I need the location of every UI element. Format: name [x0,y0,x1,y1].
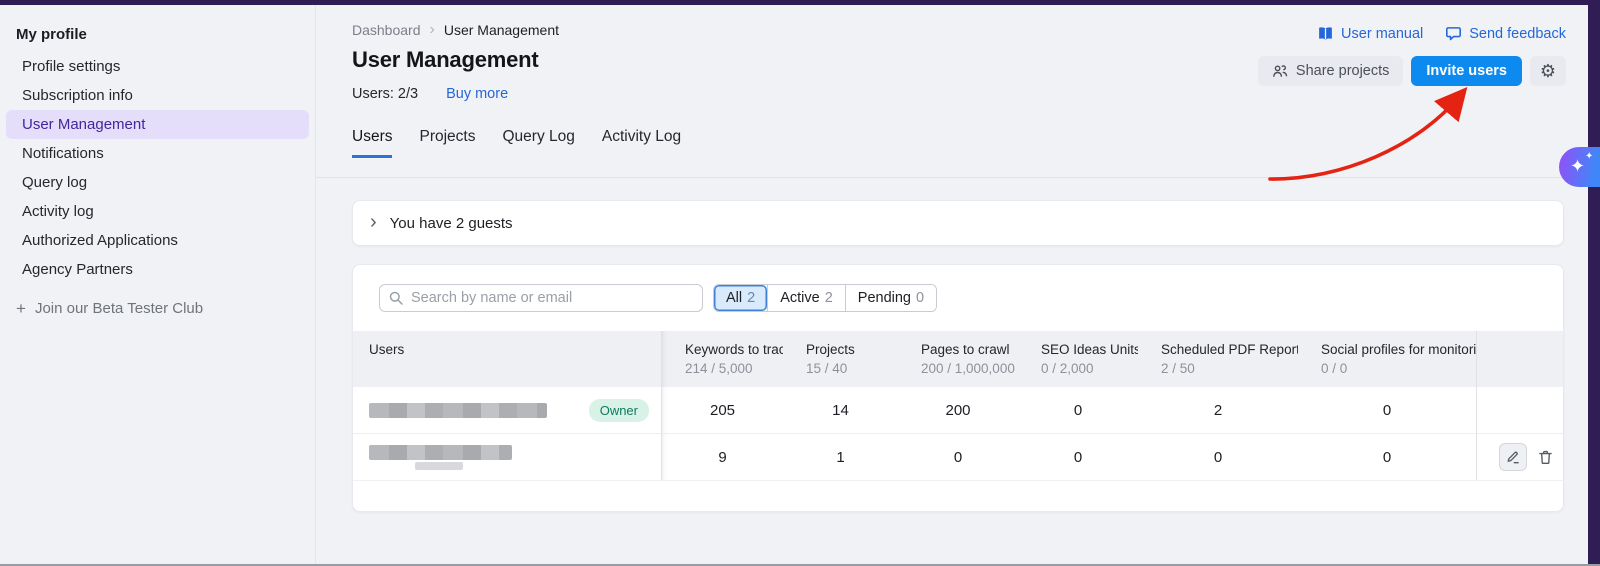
screen: My profile Profile settings Subscription… [0,0,1600,566]
tab-projects[interactable]: Projects [419,128,475,158]
projects-value: 1 [783,434,898,481]
sidebar-item-activity-log[interactable]: Activity log [6,197,309,226]
column-header-actions [1476,331,1563,387]
window-frame-right [1588,0,1600,564]
social-profiles-value: 0 [1298,434,1476,481]
sparkle-icon: ✦ [1585,151,1593,162]
column-header-social-profiles: Social profiles for monitoring 0 / 0 [1298,331,1476,387]
pdf-reports-value: 2 [1138,387,1298,434]
projects-value: 14 [783,387,898,434]
users-panel: All 2 Active 2 Pending 0 Users [352,264,1564,512]
people-icon [1272,63,1288,79]
column-header-pdf-reports: Scheduled PDF Reports 2 / 50 [1138,331,1298,387]
chevron-right-icon: › [430,22,435,38]
users-toolbar: All 2 Active 2 Pending 0 [353,265,1563,331]
seo-ideas-value: 0 [1018,387,1138,434]
sidebar-item-user-management[interactable]: User Management [6,110,309,139]
search-box [379,284,703,312]
redacted-user-name [369,445,512,460]
guests-banner-text: You have 2 guests [390,215,513,232]
users-quota-line: Users: 2/3 Buy more [352,86,1600,102]
filter-pending-count: 0 [916,290,924,306]
send-feedback-label: Send feedback [1469,26,1566,42]
sidebar-item-profile-settings[interactable]: Profile settings [6,52,309,81]
filter-active[interactable]: Active 2 [767,285,845,311]
pages-value: 0 [898,434,1018,481]
tab-users[interactable]: Users [352,128,392,158]
window-frame-top [0,0,1600,5]
table-row: 9 1 0 0 0 0 [353,434,1563,481]
sidebar-item-notifications[interactable]: Notifications [6,139,309,168]
redacted-user-name [369,403,547,418]
filter-active-count: 2 [825,290,833,306]
gear-icon: ⚙ [1540,61,1556,82]
breadcrumb-user-management: User Management [444,22,559,38]
tab-separator-line [316,177,1588,178]
social-profiles-value: 0 [1298,387,1476,434]
filter-all-count: 2 [747,290,755,306]
tab-activity-log[interactable]: Activity Log [602,128,681,158]
column-header-projects: Projects 15 / 40 [783,331,898,387]
guests-banner[interactable]: › You have 2 guests [352,200,1564,246]
sidebar-item-beta-tester-club[interactable]: + Join our Beta Tester Club [0,300,315,317]
table-header-row: Users Keywords to track 214 / 5,000 Proj… [353,331,1563,387]
users-quota-value: Users: 2/3 [352,86,418,102]
user-name-cell: Owner [353,387,661,434]
sidebar-item-authorized-applications[interactable]: Authorized Applications [6,226,309,255]
column-header-pages-to-crawl: Pages to crawl 200 / 1,000,000 [898,331,1018,387]
sidebar-title: My profile [0,22,315,52]
sidebar-item-query-log[interactable]: Query log [6,168,309,197]
search-input[interactable] [379,284,703,312]
sidebar-item-subscription-info[interactable]: Subscription info [6,81,309,110]
send-feedback-link[interactable]: Send feedback [1445,25,1566,42]
status-filter-group: All 2 Active 2 Pending 0 [713,284,937,312]
settings-button[interactable]: ⚙ [1530,56,1566,86]
share-projects-button[interactable]: Share projects [1258,56,1404,86]
pencil-icon [1505,449,1521,465]
user-manual-link[interactable]: User manual [1317,25,1423,42]
tab-query-log[interactable]: Query Log [502,128,574,158]
header-links: User manual Send feedback [1317,25,1566,42]
trash-icon [1537,449,1554,466]
tab-bar: Users Projects Query Log Activity Log [352,128,1600,158]
invite-users-label: Invite users [1426,63,1507,79]
beta-club-label: Join our Beta Tester Club [35,300,203,317]
pdf-reports-value: 0 [1138,434,1298,481]
search-icon [388,290,404,306]
sidebar-item-agency-partners[interactable]: Agency Partners [6,255,309,284]
speech-bubble-icon [1445,25,1462,42]
share-projects-label: Share projects [1296,63,1390,79]
pages-value: 200 [898,387,1018,434]
keywords-value: 205 [661,387,783,434]
column-header-seo-ideas-units: SEO Ideas Units 0 / 2,000 [1018,331,1138,387]
sparkle-icon: ✦ [1570,156,1585,177]
actions-cell [1476,434,1563,481]
user-name-cell [353,434,661,481]
header-buttons: Share projects Invite users ⚙ [1258,56,1566,86]
ai-assistant-button[interactable]: ✦ ✦ [1559,147,1600,187]
redacted-user-email [415,462,463,470]
buy-more-link[interactable]: Buy more [446,86,508,102]
sidebar: My profile Profile settings Subscription… [0,5,316,564]
owner-badge: Owner [589,399,649,422]
filter-pending[interactable]: Pending 0 [845,285,936,311]
table-row: Owner 205 14 200 0 2 0 [353,387,1563,434]
user-manual-label: User manual [1341,26,1423,42]
plus-icon: + [16,300,26,317]
chevron-expand-icon[interactable]: › [370,212,377,232]
invite-users-button[interactable]: Invite users [1411,56,1522,86]
column-header-keywords: Keywords to track 214 / 5,000 [661,331,783,387]
main-content: Dashboard › User Management User Managem… [316,5,1600,564]
breadcrumb-dashboard[interactable]: Dashboard [352,22,421,38]
filter-all[interactable]: All 2 [714,285,767,311]
seo-ideas-value: 0 [1018,434,1138,481]
delete-user-button[interactable] [1537,449,1554,466]
actions-cell [1476,387,1563,434]
edit-user-button[interactable] [1499,443,1527,471]
keywords-value: 9 [661,434,783,481]
book-icon [1317,25,1334,42]
column-header-users: Users [353,331,661,387]
